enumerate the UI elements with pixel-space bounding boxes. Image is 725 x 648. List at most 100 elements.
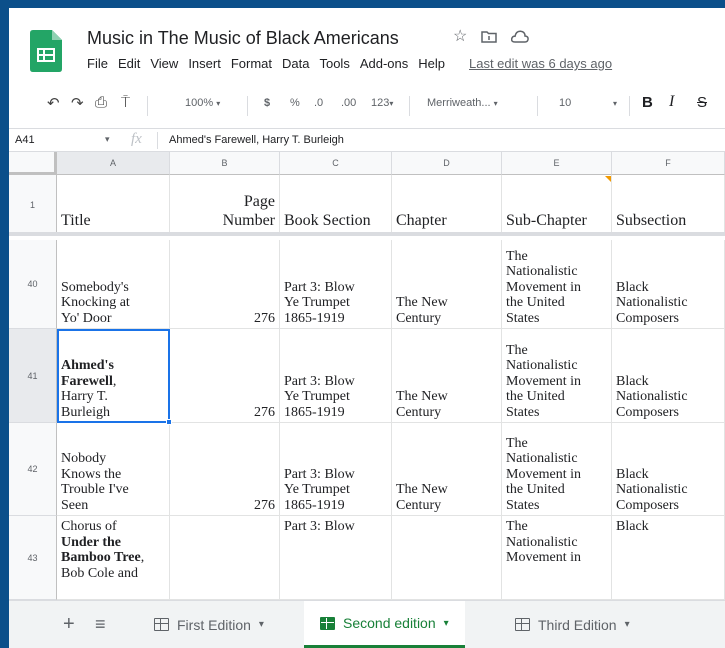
font-family-select[interactable]: Merriweath... ▾	[427, 97, 498, 109]
row-header-42[interactable]: 42	[9, 423, 57, 516]
cell-title[interactable]: Chorus of Under the Bamboo Tree, Bob Cole a…	[57, 516, 170, 600]
frozen-row-divider[interactable]	[9, 232, 725, 236]
menu-help[interactable]: Help	[418, 56, 445, 71]
cell-book-section[interactable]: Part 3: Blow Ye Trumpet 1865-1919	[280, 423, 392, 516]
cell-page-number[interactable]: 276	[170, 423, 280, 516]
cell-text-line: the United	[506, 295, 565, 310]
zoom-select[interactable]: 100% ▾	[185, 97, 220, 109]
menu-tools[interactable]: Tools	[319, 56, 349, 71]
cell-text-line: Nationalistic	[506, 264, 578, 279]
column-header-c[interactable]: C	[280, 152, 392, 175]
move-folder-icon[interactable]	[481, 30, 497, 43]
header-cell-page-number[interactable]: Page Number	[170, 175, 280, 236]
cell-page-number[interactable]: 276	[170, 329, 280, 423]
row-header-40[interactable]: 40	[9, 240, 57, 329]
cell-book-section[interactable]: Part 3: Blow Ye Trumpet 1865-1919	[280, 240, 392, 329]
print-icon[interactable]: ⎙	[95, 94, 107, 111]
select-all-corner[interactable]	[9, 152, 57, 175]
cell-text-line: Farewell,	[61, 374, 165, 390]
cell-sub-chapter[interactable]: The Nationalistic Movement in the United Sta…	[502, 240, 612, 329]
decrease-decimal-button[interactable]: .0	[314, 97, 323, 109]
tab-first-edition[interactable]: First Edition ▾	[144, 601, 274, 648]
cell-text-line: 1865-1919	[284, 404, 345, 420]
menu-file[interactable]: File	[87, 56, 108, 71]
redo-icon[interactable]: ↷	[71, 94, 84, 112]
cell-page-number[interactable]: 276	[170, 240, 280, 329]
last-edit-link[interactable]: Last edit was 6 days ago	[469, 56, 612, 71]
fx-icon: fx	[131, 131, 142, 147]
cloud-status-icon[interactable]	[511, 30, 529, 43]
italic-button[interactable]: I	[669, 93, 674, 111]
menu-data[interactable]: Data	[282, 56, 309, 71]
cell-sub-chapter[interactable]: The Nationalistic Movement in the United Sta…	[502, 423, 612, 516]
formula-input[interactable]: Ahmed's Farewell, Harry T. Burleigh	[169, 134, 344, 146]
cell-page-number[interactable]	[170, 516, 280, 600]
increase-decimal-button[interactable]: .00	[341, 97, 356, 109]
header-cell-chapter[interactable]: Chapter	[392, 175, 502, 236]
cell-subsection[interactable]: Black Nationalistic Composers	[612, 240, 725, 329]
menu-edit[interactable]: Edit	[118, 56, 140, 71]
header-cell-title[interactable]: Title	[57, 175, 170, 236]
column-header-a[interactable]: A	[57, 152, 170, 175]
note-indicator-icon[interactable]	[605, 176, 611, 182]
chevron-down-icon[interactable]: ▾	[105, 134, 110, 145]
header-cell-subsection[interactable]: Subsection	[612, 175, 725, 236]
column-header-b[interactable]: B	[170, 152, 280, 175]
percent-format-button[interactable]: %	[290, 97, 300, 109]
cell-chapter[interactable]	[392, 516, 502, 600]
menu-view[interactable]: View	[150, 56, 178, 71]
tab-third-edition[interactable]: Third Edition ▾	[505, 601, 640, 648]
menu-insert[interactable]: Insert	[188, 56, 221, 71]
cell-chapter[interactable]: The New Century	[392, 240, 502, 329]
name-box[interactable]: A41	[15, 134, 35, 146]
toolbar-divider	[537, 96, 538, 116]
menu-addons[interactable]: Add-ons	[360, 56, 408, 71]
formula-bar: A41 ▾ fx Ahmed's Farewell, Harry T. Burl…	[9, 128, 725, 152]
header-cell-book-section[interactable]: Book Section	[280, 175, 392, 236]
cell-text-line: Composers	[616, 497, 679, 513]
document-title[interactable]: Music in The Music of Black Americans	[87, 28, 399, 49]
row-header-43[interactable]: 43	[9, 516, 57, 600]
cell-text-line: Ahmed's	[61, 358, 165, 374]
cell-text-line: Part 3: Blow	[284, 279, 355, 295]
more-formats-select[interactable]: 123▾	[371, 97, 393, 109]
bold-text: Farewell	[61, 373, 113, 389]
chevron-down-icon[interactable]: ▾	[613, 99, 617, 108]
menu-format[interactable]: Format	[231, 56, 272, 71]
cell-text-line: Burleigh	[61, 404, 110, 420]
cell-title[interactable]: Nobody Knows the Trouble I've Seen	[57, 423, 170, 516]
cell-sub-chapter[interactable]: The Nationalistic Movement in the United Sta…	[502, 329, 612, 423]
column-header-f[interactable]: F	[612, 152, 725, 175]
row-header-1[interactable]: 1	[9, 175, 57, 236]
font-size-select[interactable]: 10	[559, 97, 571, 109]
cell-subsection[interactable]: Black Nationalistic Composers	[612, 423, 725, 516]
tab-second-edition[interactable]: Second edition ▾	[304, 601, 465, 648]
strikethrough-button[interactable]: S	[697, 94, 707, 111]
toolbar-divider	[247, 96, 248, 116]
cell-subsection[interactable]: Black Nationalistic Composers	[612, 329, 725, 423]
star-icon[interactable]: ☆	[453, 26, 467, 46]
cell-text-line: Page	[243, 193, 275, 210]
cell-book-section[interactable]: Part 3: Blow Ye Trumpet 1865-1919	[280, 329, 392, 423]
cell-sub-chapter[interactable]: The Nationalistic Movement in	[502, 516, 612, 600]
cell-chapter[interactable]: The New Century	[392, 423, 502, 516]
sheets-logo-icon[interactable]	[30, 30, 62, 72]
header-cell-sub-chapter[interactable]: Sub-Chapter	[502, 175, 612, 236]
fill-handle[interactable]	[166, 419, 172, 425]
add-sheet-button[interactable]: +	[63, 601, 75, 648]
cell-book-section[interactable]: Part 3: Blow	[280, 516, 392, 600]
column-header-d[interactable]: D	[392, 152, 502, 175]
all-sheets-button[interactable]: ≡	[95, 601, 106, 648]
selected-cell-a41[interactable]: Ahmed's Farewell, Harry T. Burleigh	[57, 329, 170, 423]
bold-button[interactable]: B	[642, 94, 653, 111]
cell-chapter[interactable]: The New Century	[392, 329, 502, 423]
paint-format-icon[interactable]: ⍑	[121, 94, 130, 111]
cell-text-line: Book Section	[284, 212, 371, 229]
column-header-e[interactable]: E	[502, 152, 612, 175]
row-header-41[interactable]: 41	[9, 329, 57, 423]
undo-icon[interactable]: ↶	[47, 94, 60, 112]
cell-title[interactable]: Somebody's Knocking at Yo' Door	[57, 240, 170, 329]
cell-text-line: Sub-Chapter	[506, 212, 587, 229]
currency-format-button[interactable]: $	[264, 97, 270, 109]
cell-subsection[interactable]: Black	[612, 516, 725, 600]
